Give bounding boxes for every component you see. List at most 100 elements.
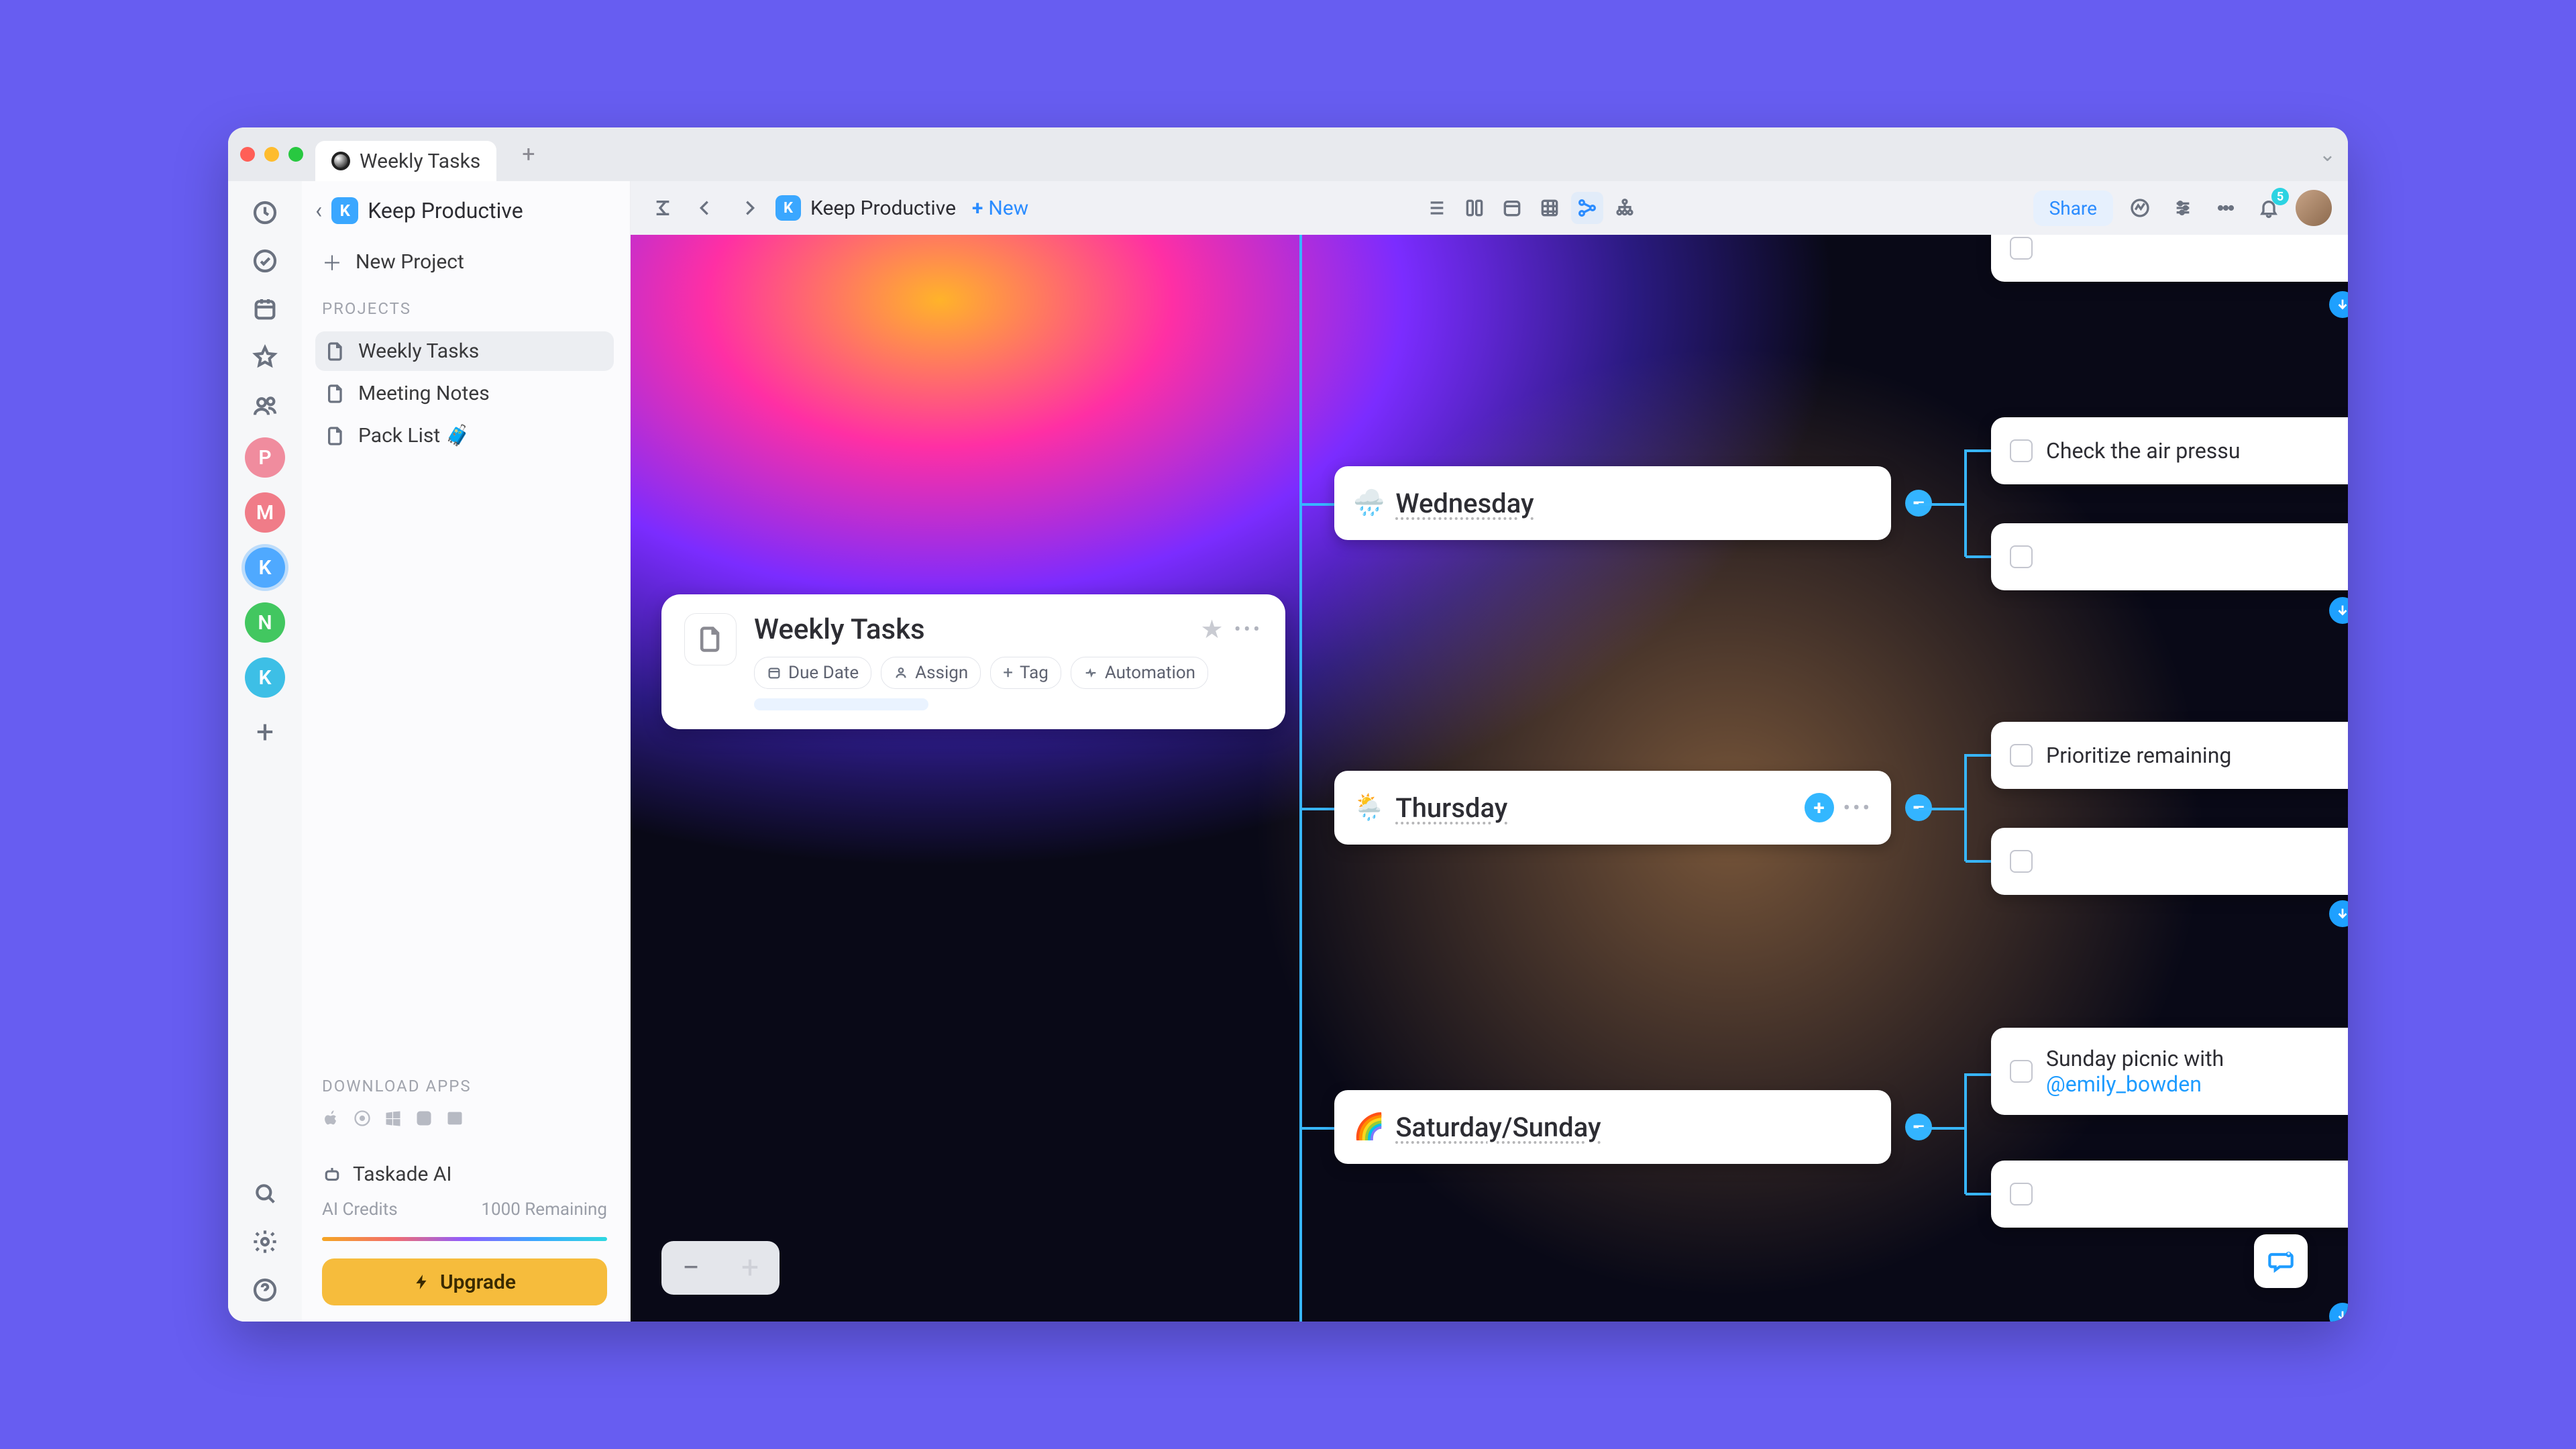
workspace-header: ‹ K Keep Productive	[315, 197, 614, 224]
clock-icon[interactable]	[248, 196, 282, 229]
pill-placeholder	[754, 698, 928, 710]
table-view-icon[interactable]	[1534, 192, 1566, 224]
automation-icon	[1083, 665, 1098, 680]
root-node[interactable]: Weekly Tasks ★ ••• Due Date Assign +Tag …	[661, 594, 1285, 729]
back-chevron-icon[interactable]: ‹	[315, 197, 322, 224]
checkmark-circle-icon[interactable]	[248, 244, 282, 278]
new-project-button[interactable]: ＋ New Project	[315, 237, 614, 286]
apple-icon[interactable]	[322, 1109, 341, 1130]
task-sunday-picnic[interactable]: Sunday picnic with@emily_bowden	[1991, 1028, 2348, 1115]
nav-back-icon[interactable]	[690, 192, 722, 224]
more-icon[interactable]	[2210, 192, 2242, 224]
users-icon[interactable]	[248, 389, 282, 423]
star-icon[interactable]	[248, 341, 282, 374]
document-large-icon	[684, 613, 737, 665]
workspace-n[interactable]: N	[245, 602, 285, 643]
task-partial-top[interactable]	[1991, 235, 2348, 282]
task-empty-weekend[interactable]	[1991, 1161, 2348, 1228]
workspace-k2[interactable]: K	[245, 657, 285, 698]
task-empty-wed[interactable]	[1991, 523, 2348, 590]
mindmap-canvas[interactable]: 🌧️ Wednesday − Check the air pressu 🌦️ T…	[631, 235, 2348, 1322]
checkbox[interactable]	[2010, 545, 2033, 568]
checkbox[interactable]	[2010, 439, 2033, 462]
breadcrumb[interactable]: K Keep Productive	[775, 195, 956, 221]
orgchart-view-icon[interactable]	[1609, 192, 1641, 224]
pill-assign[interactable]: Assign	[881, 657, 981, 689]
project-meeting-notes[interactable]: Meeting Notes	[315, 374, 614, 413]
root-more-icon[interactable]: •••	[1234, 618, 1263, 641]
document-icon	[325, 383, 346, 405]
task-empty-thu[interactable]	[1991, 828, 2348, 895]
node-menu-icon[interactable]: •••	[1843, 796, 1872, 820]
mention[interactable]: @emily_bowden	[2046, 1071, 2202, 1097]
taskade-ai-row[interactable]: Taskade AI	[315, 1163, 614, 1186]
node-wednesday[interactable]: 🌧️ Wednesday	[1334, 466, 1891, 540]
notifications-icon[interactable]: 5	[2253, 192, 2285, 224]
settings-gear-icon[interactable]	[248, 1225, 282, 1258]
zoom-in-button[interactable]: +	[741, 1250, 759, 1286]
project-weekly-tasks[interactable]: Weekly Tasks	[315, 331, 614, 371]
image-icon[interactable]	[445, 1109, 464, 1130]
zoom-out-button[interactable]: −	[682, 1250, 700, 1286]
window-close[interactable]	[240, 147, 255, 162]
workspace-k-active[interactable]: K	[245, 547, 285, 588]
download-apps-row	[315, 1109, 614, 1130]
tab-weekly-tasks[interactable]: Weekly Tasks	[315, 141, 496, 181]
mindmap-view-icon[interactable]	[1571, 192, 1603, 224]
ai-credits-row: AI Credits 1000 Remaining	[315, 1199, 614, 1220]
user-avatar[interactable]	[2296, 190, 2332, 226]
expand-down-4[interactable]	[2329, 1303, 2348, 1322]
expand-down-2[interactable]	[2329, 597, 2348, 624]
expand-down-3[interactable]	[2329, 900, 2348, 927]
checkbox[interactable]	[2010, 237, 2033, 260]
collapse-sidebar-icon[interactable]	[647, 192, 679, 224]
project-pack-list[interactable]: Pack List 🧳	[315, 416, 614, 455]
help-icon[interactable]	[248, 1273, 282, 1307]
workspace-m[interactable]: M	[245, 492, 285, 533]
ai-credits-bar	[322, 1237, 607, 1241]
calendar-icon[interactable]	[248, 292, 282, 326]
board-view-icon[interactable]	[1458, 192, 1491, 224]
document-icon	[325, 425, 346, 447]
pill-tag[interactable]: +Tag	[990, 657, 1061, 689]
search-icon[interactable]	[248, 1177, 282, 1210]
node-weekend[interactable]: 🌈 Saturday/Sunday	[1334, 1090, 1891, 1164]
appstore-icon[interactable]	[415, 1109, 433, 1130]
checkbox[interactable]	[2010, 744, 2033, 767]
new-tab-button[interactable]: +	[508, 141, 548, 168]
sidebar: ‹ K Keep Productive ＋ New Project PROJEC…	[302, 181, 631, 1322]
windows-icon[interactable]	[384, 1109, 402, 1130]
upgrade-button[interactable]: Upgrade	[322, 1258, 607, 1305]
checkbox[interactable]	[2010, 850, 2033, 873]
favorite-star-icon[interactable]: ★	[1201, 614, 1224, 645]
window-minimize[interactable]	[264, 147, 279, 162]
task-prioritize[interactable]: Prioritize remaining	[1991, 722, 2348, 789]
workspace-name[interactable]: Keep Productive	[368, 198, 523, 223]
add-workspace-button[interactable]: +	[245, 712, 285, 753]
toolbar: K Keep Productive +New Share	[631, 181, 2348, 235]
robot-icon	[322, 1165, 342, 1185]
calendar-view-icon[interactable]	[1496, 192, 1528, 224]
workspace-p[interactable]: P	[245, 437, 285, 478]
nav-forward-icon[interactable]	[733, 192, 765, 224]
titlebar-chevron-icon[interactable]: ⌄	[2319, 143, 2336, 166]
window-maximize[interactable]	[288, 147, 303, 162]
new-button[interactable]: +New	[972, 197, 1028, 220]
list-view-icon[interactable]	[1421, 192, 1453, 224]
checkbox[interactable]	[2010, 1060, 2033, 1083]
expand-down-1[interactable]	[2329, 291, 2348, 318]
download-section-label: DOWNLOAD APPS	[315, 1077, 614, 1095]
checkbox[interactable]	[2010, 1183, 2033, 1205]
add-child-button[interactable]: +	[1805, 793, 1834, 822]
task-check-air[interactable]: Check the air pressu	[1991, 417, 2348, 484]
pill-automation[interactable]: Automation	[1071, 657, 1208, 689]
workspace-badge: K	[331, 197, 358, 224]
pill-due-date[interactable]: Due Date	[754, 657, 871, 689]
node-thursday[interactable]: 🌦️ Thursday + •••	[1334, 771, 1891, 845]
share-button[interactable]: Share	[2033, 191, 2113, 226]
chrome-icon[interactable]	[353, 1109, 372, 1130]
adjust-icon[interactable]	[2167, 192, 2199, 224]
project-list: Weekly Tasks Meeting Notes Pack List 🧳	[315, 331, 614, 455]
chat-button[interactable]	[2254, 1234, 2308, 1288]
activity-icon[interactable]	[2124, 192, 2156, 224]
